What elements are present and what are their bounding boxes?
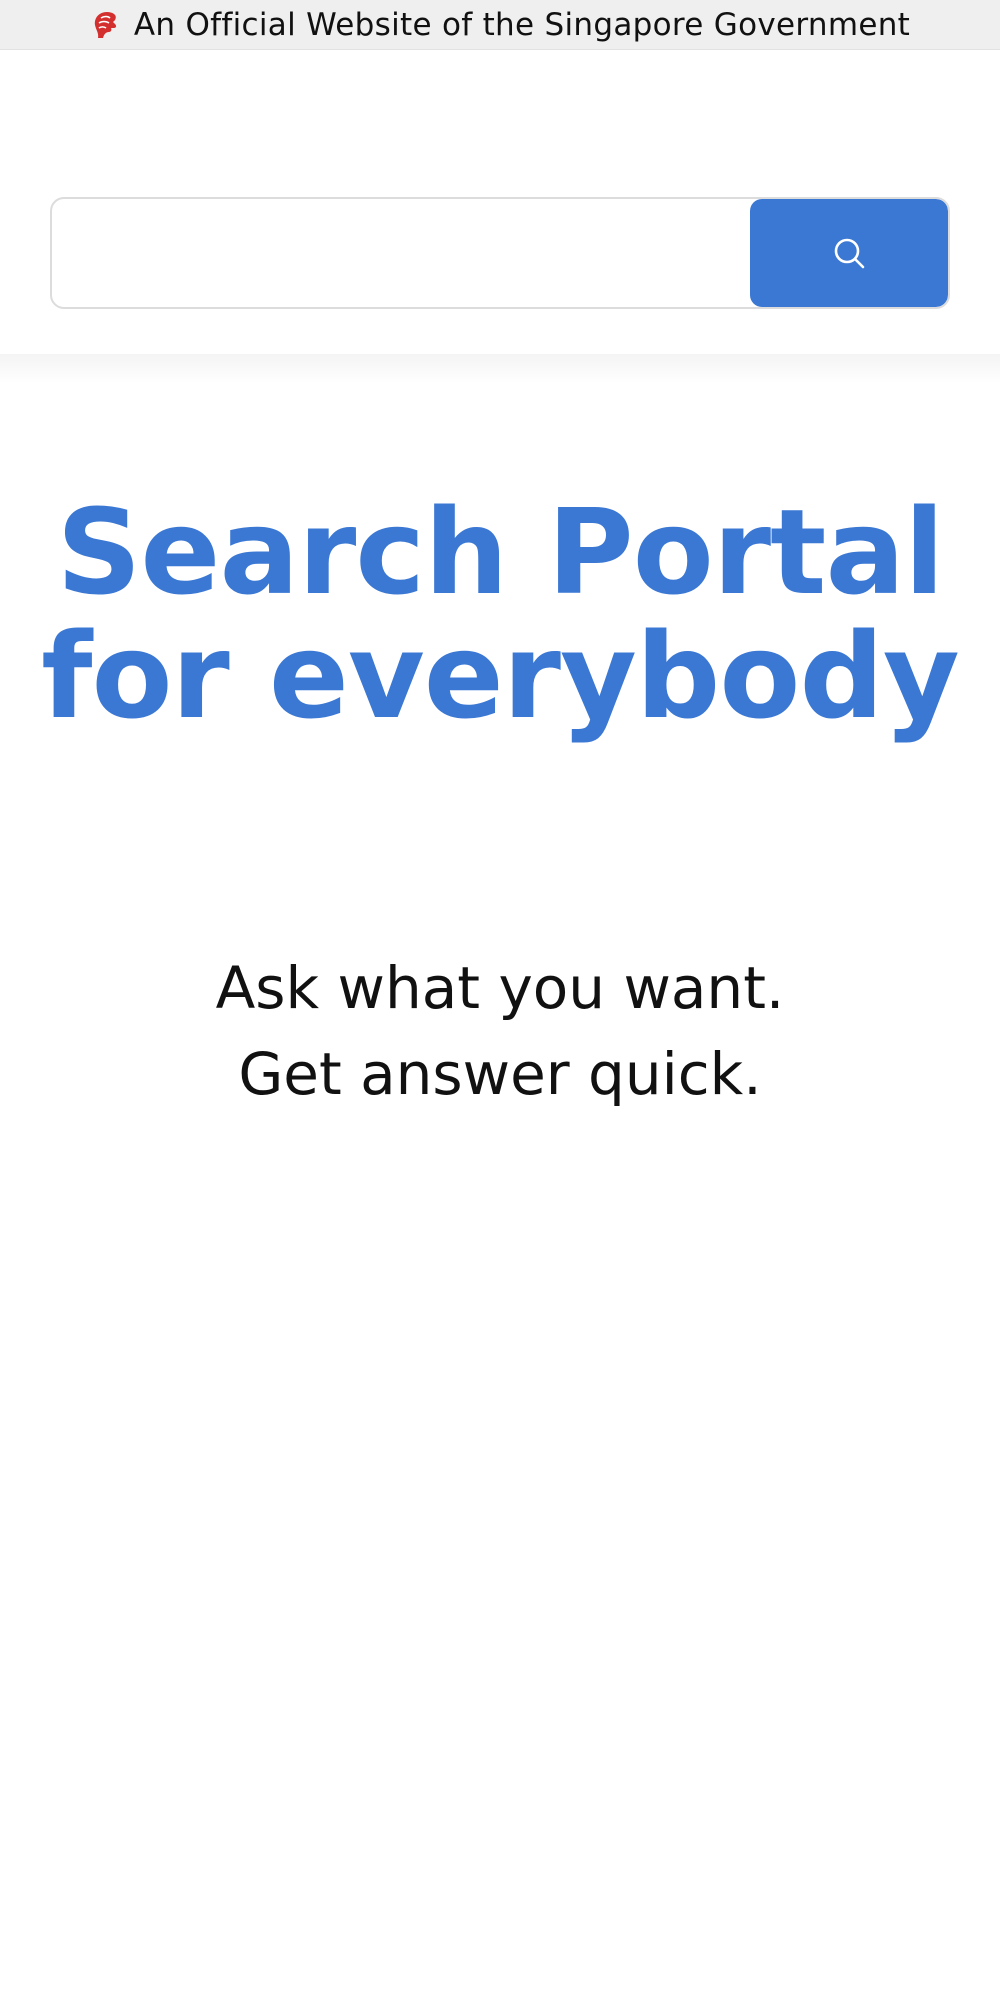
search-header bbox=[0, 51, 1000, 354]
search-icon bbox=[834, 238, 865, 269]
masthead-content: An Official Website of the Singapore Gov… bbox=[90, 7, 910, 43]
government-masthead: An Official Website of the Singapore Gov… bbox=[0, 0, 1000, 50]
hero-title-line-1: Search Portal bbox=[56, 483, 944, 621]
hero-title-line-2: for everybody bbox=[41, 607, 960, 745]
header-shadow bbox=[0, 354, 1000, 384]
hero-title: Search Portal for everybody bbox=[0, 490, 1000, 738]
search-button[interactable] bbox=[750, 199, 948, 307]
singapore-lion-head-icon bbox=[90, 10, 120, 40]
tagline-line-2: Get answer quick. bbox=[238, 1040, 762, 1108]
tagline-line-1: Ask what you want. bbox=[215, 954, 785, 1022]
search-bar bbox=[50, 197, 950, 309]
masthead-text: An Official Website of the Singapore Gov… bbox=[133, 6, 911, 43]
tagline: Ask what you want. Get answer quick. bbox=[0, 945, 1000, 1117]
